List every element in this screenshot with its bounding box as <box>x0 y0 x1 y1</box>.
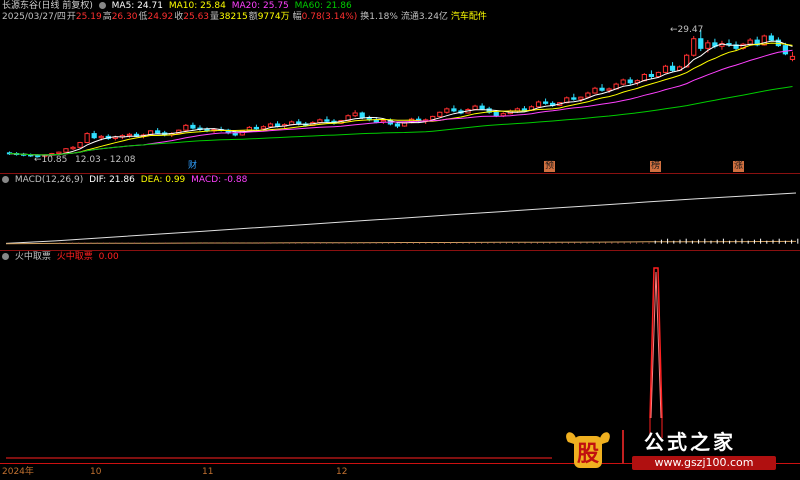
stock-chart-window: 长源东谷(日线 前复权) MA5: 24.71 MA10: 25.84 MA20… <box>0 0 800 480</box>
candle-body <box>493 111 499 117</box>
event-badge-finance[interactable]: 财 <box>188 161 197 172</box>
candle-body <box>521 108 528 111</box>
macd-value: MACD: -0.88 <box>191 175 248 185</box>
candle-body <box>394 123 401 127</box>
x-tick-year: 2024年 <box>2 467 34 477</box>
chart-canvas <box>5 30 799 459</box>
candle-body <box>352 112 358 117</box>
candle-body <box>606 88 612 91</box>
candle-body <box>662 65 669 73</box>
candle-body <box>324 119 330 122</box>
candle-body <box>571 97 577 100</box>
event-badge-limit-up[interactable]: 涨 <box>733 161 745 172</box>
candle-body <box>789 55 796 60</box>
candle-body <box>63 148 69 153</box>
candle-body <box>542 101 549 104</box>
indicator-value: 0.00 <box>98 252 119 262</box>
macd-title[interactable]: MACD(12,26,9) <box>15 175 83 185</box>
macd-dea: DEA: 0.99 <box>140 175 186 185</box>
candle-body <box>267 123 274 128</box>
max-price-value: 29.47 <box>677 25 704 35</box>
event-badge-ranking[interactable]: 榜 <box>650 161 662 172</box>
candle-body <box>578 96 584 100</box>
candle-body <box>359 112 365 119</box>
candle-body <box>479 105 485 110</box>
indicator-name: 火中取票 <box>56 252 93 262</box>
indicator-settings-circle-icon[interactable] <box>2 253 9 260</box>
candle-body <box>190 124 196 129</box>
x-tick-dec: 12 <box>336 467 348 477</box>
candle-body <box>91 133 97 139</box>
candle-body <box>599 87 605 91</box>
candle-body <box>126 133 133 137</box>
macd-dif: DIF: 21.86 <box>89 175 135 185</box>
x-tick-oct: 10 <box>90 467 102 477</box>
indicator-title[interactable]: 火中取票 <box>15 252 51 262</box>
candle-body <box>627 79 633 84</box>
ma10-line <box>9 42 793 156</box>
candle-body <box>669 65 676 71</box>
candle-body <box>705 42 711 49</box>
candle-body <box>500 113 506 117</box>
candle-body <box>451 108 457 112</box>
watermark-url: www.gszj100.com <box>632 456 776 470</box>
candle-body <box>70 146 76 150</box>
candle-body <box>782 45 789 55</box>
candle-body <box>77 142 83 148</box>
candle-body <box>274 123 281 127</box>
macd-dif-line <box>5 192 797 244</box>
candle-body <box>592 87 598 94</box>
candle-body <box>253 126 260 130</box>
candle-body <box>183 124 189 131</box>
candle-body <box>380 120 386 123</box>
min-price-value: 10.85 <box>41 155 68 165</box>
watermark-logo: 股 <box>562 428 614 470</box>
pane-divider-top <box>0 173 800 174</box>
candle-body <box>84 133 90 144</box>
watermark: 股 公式之家 www.gszj100.com <box>556 426 800 474</box>
candle-body <box>535 101 542 108</box>
candle-body <box>655 71 662 78</box>
x-tick-nov: 11 <box>202 467 214 477</box>
macd-settings-circle-icon[interactable] <box>2 176 9 183</box>
candle-body <box>585 92 591 98</box>
min-price-label: ←10.85 <box>34 155 68 165</box>
macd-header: MACD(12,26,9) DIF: 21.86 DEA: 0.99 MACD:… <box>2 175 250 186</box>
candle-body <box>155 130 161 134</box>
candle-body <box>98 135 104 139</box>
pane-divider-bottom <box>0 250 800 251</box>
candle-body <box>437 111 443 117</box>
candle-body <box>472 105 478 111</box>
candle-body <box>691 38 697 56</box>
ma5-line <box>9 40 793 156</box>
candle-body <box>56 151 62 155</box>
candle-body <box>747 39 753 45</box>
candle-body <box>444 108 450 113</box>
indicator-header: 火中取票 火中取票 0.00 <box>2 252 122 263</box>
event-badge-forecast[interactable]: 预 <box>544 161 556 172</box>
candle-body <box>260 126 267 130</box>
watermark-divider <box>622 430 624 464</box>
range-label: 12.03 - 12.08 <box>75 155 136 165</box>
max-price-label: ←29.47 <box>670 25 704 35</box>
candle-body <box>620 79 626 85</box>
candle-body <box>648 73 655 78</box>
watermark-brand: 公式之家 <box>644 430 736 454</box>
candle-body <box>768 35 774 41</box>
watermark-logo-char: 股 <box>576 441 599 467</box>
candle-body <box>698 38 704 49</box>
